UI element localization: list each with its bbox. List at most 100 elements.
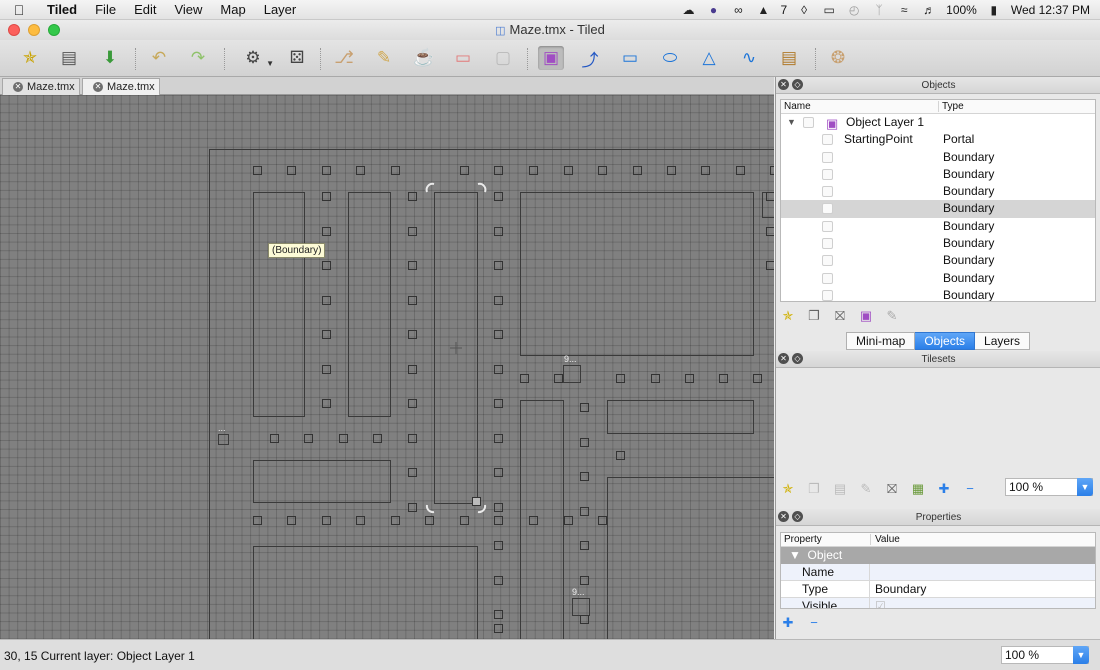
object-properties-icon[interactable]: ✎ <box>884 308 900 324</box>
small-boundary-object[interactable] <box>425 516 434 525</box>
small-boundary-object[interactable] <box>494 541 503 550</box>
map-canvas[interactable]: 9... 9... ... (Boundary) <box>0 95 774 639</box>
close-tab-icon[interactable]: ✕ <box>13 82 23 92</box>
small-boundary-object[interactable] <box>753 374 762 383</box>
small-boundary-object[interactable] <box>667 166 676 175</box>
dropbox-icon[interactable]: ◊ <box>796 3 812 17</box>
small-boundary-object[interactable] <box>494 624 503 633</box>
small-boundary-object[interactable] <box>408 468 417 477</box>
small-boundary-object[interactable] <box>322 166 331 175</box>
small-boundary-object[interactable] <box>253 516 262 525</box>
object-row[interactable]: Boundary <box>781 183 1095 200</box>
collapse-arrow-icon[interactable]: ▼ <box>787 114 796 131</box>
select-objects-icon[interactable]: ▣ <box>538 46 564 70</box>
layer-row[interactable]: ▼ ▣ Object Layer 1 <box>781 114 1095 131</box>
small-boundary-object[interactable] <box>322 516 331 525</box>
small-boundary-object[interactable] <box>408 227 417 236</box>
time-machine-icon[interactable]: ◴ <box>846 3 862 17</box>
visibility-checkbox[interactable] <box>822 289 833 301</box>
visibility-checkbox[interactable] <box>822 134 833 146</box>
small-boundary-object[interactable] <box>494 610 503 619</box>
menu-edit[interactable]: Edit <box>125 2 165 17</box>
portal-object[interactable] <box>218 434 229 445</box>
resize-handle[interactable] <box>472 497 481 506</box>
wifi-icon[interactable]: ≈ <box>896 3 912 17</box>
edit-polygons-icon[interactable]: ⤴ <box>577 46 603 70</box>
visibility-checkbox[interactable] <box>822 220 833 232</box>
bluetooth-icon[interactable]: ᛉ <box>871 3 887 17</box>
remove-tileset-icon[interactable]: ⛝ <box>884 481 900 497</box>
small-boundary-object[interactable] <box>616 374 625 383</box>
column-type[interactable]: Type <box>938 101 964 112</box>
visibility-checkbox[interactable] <box>822 238 833 250</box>
remove-property-icon[interactable]: − <box>806 615 822 631</box>
property-group[interactable]: ▼ Object <box>781 547 1095 564</box>
insert-polyline-icon[interactable]: ∿ <box>736 46 762 70</box>
object-row[interactable]: Boundary <box>781 149 1095 166</box>
portal-object[interactable] <box>563 365 581 383</box>
small-boundary-object[interactable] <box>460 516 469 525</box>
small-boundary-object[interactable] <box>494 576 503 585</box>
object-row[interactable]: Boundary <box>781 287 1095 301</box>
close-window-button[interactable] <box>8 24 20 36</box>
small-boundary-object[interactable] <box>520 374 529 383</box>
small-boundary-object[interactable] <box>494 330 503 339</box>
menu-app[interactable]: Tiled <box>38 2 86 17</box>
minimize-window-button[interactable] <box>28 24 40 36</box>
menu-view[interactable]: View <box>165 2 211 17</box>
small-boundary-object[interactable] <box>322 227 331 236</box>
terrain-brush-icon[interactable]: ✎ <box>371 46 397 70</box>
boundary-object[interactable] <box>607 400 754 434</box>
globe-icon[interactable]: ● <box>705 3 721 17</box>
small-boundary-object[interactable] <box>287 516 296 525</box>
small-boundary-object[interactable] <box>494 434 503 443</box>
new-tileset-icon[interactable]: ✯ <box>780 481 796 497</box>
small-boundary-object[interactable] <box>580 438 589 447</box>
object-row[interactable]: Boundary <box>781 200 1095 218</box>
portal-object[interactable] <box>572 598 590 616</box>
small-boundary-object[interactable] <box>408 330 417 339</box>
property-row[interactable]: Name <box>781 564 1095 581</box>
small-boundary-object[interactable] <box>460 166 469 175</box>
float-panel-icon[interactable]: ◇ <box>792 511 803 522</box>
airplay-icon[interactable]: ▭ <box>821 3 837 17</box>
map-objects[interactable]: 9... 9... ... <box>0 95 774 639</box>
visibility-checkbox[interactable] <box>803 117 814 128</box>
clock[interactable]: Wed 12:37 PM <box>1011 3 1090 17</box>
small-boundary-object[interactable] <box>322 261 331 270</box>
small-boundary-object[interactable] <box>580 615 589 624</box>
new-file-icon[interactable]: ✯ <box>17 46 43 70</box>
menu-layer[interactable]: Layer <box>255 2 306 17</box>
stamp-brush-icon[interactable]: ⎇ <box>331 46 357 70</box>
small-boundary-object[interactable] <box>408 434 417 443</box>
eraser-icon[interactable]: ▭ <box>450 46 476 70</box>
column-name[interactable]: Name <box>784 101 811 112</box>
small-boundary-object[interactable] <box>408 192 417 201</box>
small-boundary-object[interactable] <box>766 192 775 201</box>
boundary-object[interactable] <box>253 192 305 417</box>
small-boundary-object[interactable] <box>651 374 660 383</box>
small-boundary-object[interactable] <box>253 166 262 175</box>
object-row[interactable]: Boundary <box>781 218 1095 235</box>
properties-table[interactable]: Property Value ▼ Object Name Type Boundar… <box>780 532 1096 609</box>
insert-ellipse-icon[interactable]: ⬭ <box>657 46 683 70</box>
volume-icon[interactable]: ♬ <box>921 3 937 17</box>
small-boundary-object[interactable] <box>373 434 382 443</box>
small-boundary-object[interactable] <box>529 166 538 175</box>
export-tileset-icon[interactable]: ▤ <box>832 481 848 497</box>
small-boundary-object[interactable] <box>494 296 503 305</box>
small-boundary-object[interactable] <box>494 192 503 201</box>
small-boundary-object[interactable] <box>580 576 589 585</box>
visible-checkbox[interactable]: ☑ <box>875 598 886 608</box>
small-boundary-object[interactable] <box>304 434 313 443</box>
small-boundary-object[interactable] <box>494 365 503 374</box>
small-boundary-object[interactable] <box>322 330 331 339</box>
bucket-fill-icon[interactable]: ☕ <box>411 46 437 70</box>
random-mode-icon[interactable]: ⚙ ▼ <box>240 46 274 70</box>
small-boundary-object[interactable] <box>494 261 503 270</box>
chevron-down-icon[interactable]: ▼ <box>1073 646 1089 664</box>
insert-polygon-icon[interactable]: △ <box>696 46 722 70</box>
small-boundary-object[interactable] <box>356 516 365 525</box>
save-download-icon[interactable]: ⬇ <box>97 46 123 70</box>
small-boundary-object[interactable] <box>494 516 503 525</box>
